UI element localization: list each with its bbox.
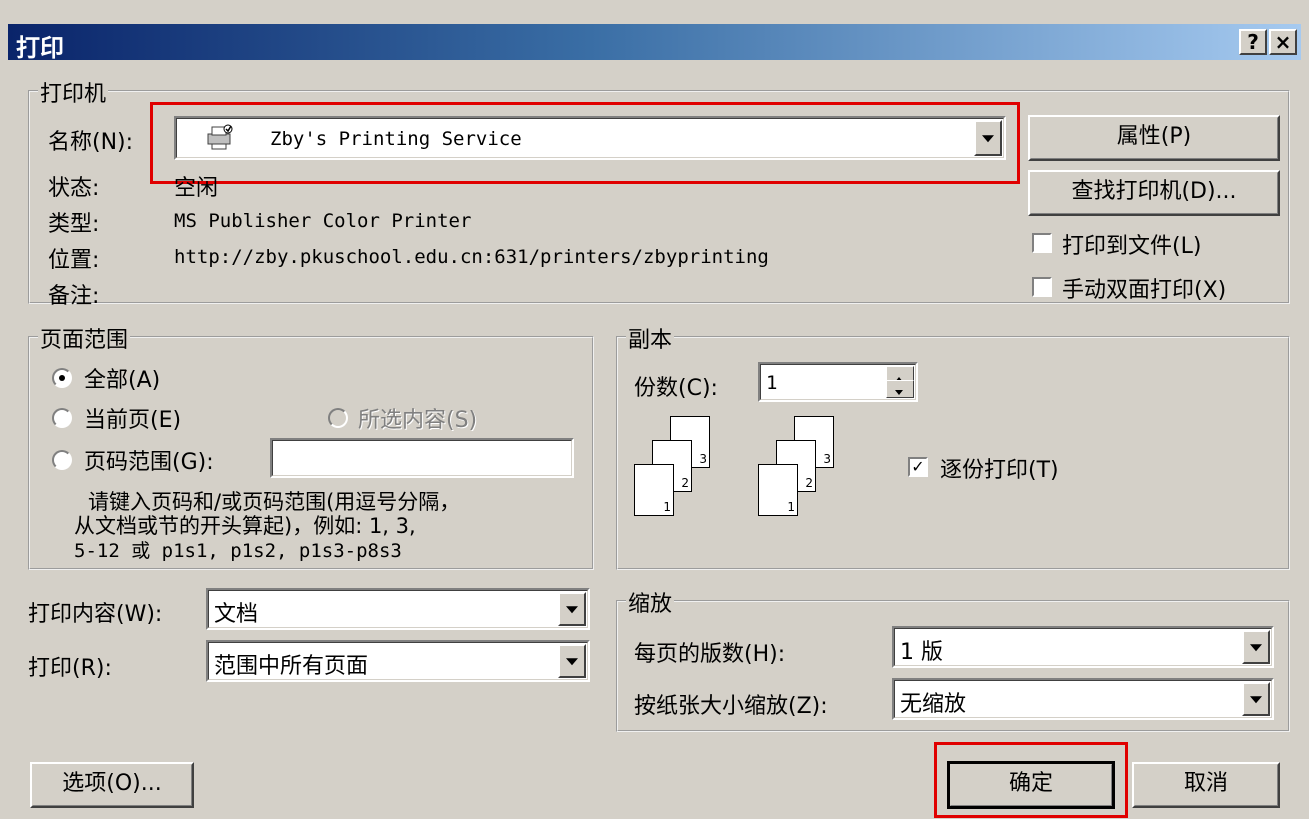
collate-checkbox[interactable]: ✓ bbox=[908, 457, 928, 477]
print-to-file-label[interactable]: 打印到文件(L) bbox=[1062, 228, 1201, 260]
print-what-label: 打印内容(W): bbox=[28, 602, 163, 627]
cancel-button[interactable]: 取消 bbox=[1132, 762, 1280, 808]
pages-per-sheet-value: 1 版 bbox=[900, 640, 943, 665]
properties-button[interactable]: 属性(P) bbox=[1028, 115, 1280, 161]
printer-group-label: 打印机 bbox=[38, 76, 109, 108]
range-all-label[interactable]: 全部(A) bbox=[84, 362, 160, 394]
pages-per-sheet-label: 每页的版数(H): bbox=[634, 642, 786, 667]
print-value: 范围中所有页面 bbox=[214, 654, 369, 679]
range-hint-line3: 5-12 或 p1s1, p1s2, p1s3-p8s3 bbox=[74, 540, 402, 562]
print-what-value: 文档 bbox=[214, 602, 259, 627]
zoom-group-label: 缩放 bbox=[626, 586, 675, 618]
print-dialog: 打印 ? × 打印机 名称(N): Zby's Printing Service… bbox=[0, 0, 1309, 819]
chevron-down-icon bbox=[566, 606, 578, 614]
ok-button[interactable]: 确定 bbox=[947, 761, 1115, 809]
collate-page: 1 bbox=[758, 464, 798, 516]
printer-name-label: 名称(N): bbox=[48, 130, 134, 155]
range-selection-radio bbox=[328, 408, 348, 428]
range-current-radio[interactable] bbox=[52, 408, 72, 428]
collate-page: 1 bbox=[634, 464, 674, 516]
type-value: MS Publisher Color Printer bbox=[174, 210, 472, 232]
copies-count-label: 份数(C): bbox=[634, 376, 718, 401]
find-printer-button[interactable]: 查找打印机(D)... bbox=[1028, 170, 1280, 216]
status-label: 状态: bbox=[48, 176, 100, 201]
printer-name-dropdown-button[interactable] bbox=[974, 120, 1002, 156]
range-current-label[interactable]: 当前页(E) bbox=[84, 402, 181, 434]
location-value: http://zby.pkuschool.edu.cn:631/printers… bbox=[174, 246, 769, 268]
range-pages-label[interactable]: 页码范围(G): bbox=[84, 444, 214, 476]
printer-name-select[interactable]: Zby's Printing Service bbox=[174, 116, 1006, 160]
window-title: 打印 bbox=[16, 34, 64, 62]
location-label: 位置: bbox=[48, 248, 100, 273]
range-all-radio[interactable] bbox=[52, 368, 72, 388]
page-range-input[interactable] bbox=[270, 438, 574, 478]
type-label: 类型: bbox=[48, 212, 100, 237]
range-pages-radio[interactable] bbox=[52, 450, 72, 470]
chevron-down-icon bbox=[982, 135, 994, 143]
print-select[interactable]: 范围中所有页面 bbox=[206, 640, 590, 682]
print-dropdown-button[interactable] bbox=[558, 644, 586, 678]
help-button[interactable]: ? bbox=[1239, 29, 1267, 55]
pages-per-sheet-dropdown-button[interactable] bbox=[1242, 630, 1270, 664]
collate-label[interactable]: 逐份打印(T) bbox=[940, 452, 1059, 484]
chevron-down-icon bbox=[1250, 696, 1262, 704]
scale-select[interactable]: 无缩放 bbox=[892, 678, 1274, 720]
close-button[interactable]: × bbox=[1269, 29, 1297, 55]
copies-group-label: 副本 bbox=[626, 322, 675, 354]
copies-count-value: 1 bbox=[766, 372, 778, 394]
print-what-select[interactable]: 文档 bbox=[206, 588, 590, 630]
chevron-down-icon bbox=[566, 658, 578, 666]
manual-duplex-checkbox[interactable] bbox=[1032, 277, 1052, 297]
copies-down-button[interactable] bbox=[886, 380, 914, 398]
printer-icon bbox=[204, 124, 234, 152]
title-bar: 打印 ? × bbox=[8, 24, 1301, 62]
print-label: 打印(R): bbox=[28, 656, 112, 681]
range-selection-label: 所选内容(S) bbox=[358, 408, 478, 433]
comment-label: 备注: bbox=[48, 284, 100, 309]
options-button[interactable]: 选项(O)... bbox=[30, 762, 194, 808]
page-range-group-label: 页面范围 bbox=[38, 322, 131, 354]
print-what-dropdown-button[interactable] bbox=[558, 592, 586, 626]
printer-name-value: Zby's Printing Service bbox=[270, 128, 522, 150]
pages-per-sheet-select[interactable]: 1 版 bbox=[892, 626, 1274, 668]
scale-value: 无缩放 bbox=[900, 692, 967, 717]
copies-count-input[interactable]: 1 bbox=[758, 362, 918, 402]
print-to-file-checkbox[interactable] bbox=[1032, 233, 1052, 253]
chevron-down-icon bbox=[1250, 644, 1262, 652]
scale-label: 按纸张大小缩放(Z): bbox=[634, 694, 828, 719]
status-value: 空闲 bbox=[174, 176, 219, 201]
manual-duplex-label[interactable]: 手动双面打印(X) bbox=[1062, 272, 1226, 304]
scale-dropdown-button[interactable] bbox=[1242, 682, 1270, 716]
